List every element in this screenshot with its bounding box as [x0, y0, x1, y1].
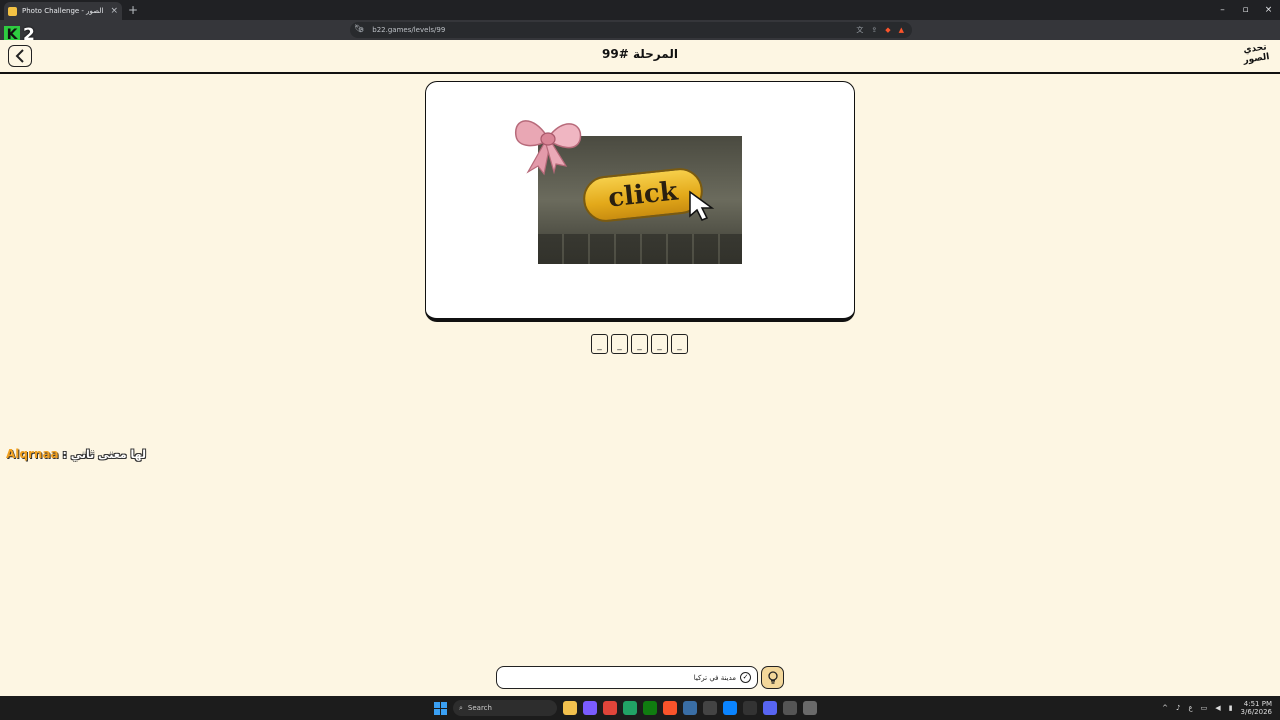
discord-icon[interactable] [763, 701, 777, 715]
pink-bow-icon [515, 120, 582, 176]
click-text: click [606, 176, 680, 214]
file-explorer-icon[interactable] [563, 701, 577, 715]
brave-shields-icon[interactable]: ◆ [885, 26, 890, 34]
check-circle-icon: ✓ [740, 672, 751, 683]
tab-close-icon[interactable]: × [110, 6, 118, 16]
chevron-left-icon [15, 49, 24, 63]
clock-time: 4:51 PM [1243, 700, 1272, 708]
translate-icon[interactable]: 文 [856, 25, 863, 35]
brave-icon[interactable] [663, 701, 677, 715]
url-text[interactable]: b22.games/levels/99 [372, 26, 856, 34]
taskbar-center: ⌕ Search [434, 699, 817, 717]
puzzle-card: click [425, 81, 855, 322]
network-icon[interactable]: ▭ [1201, 704, 1208, 712]
chat-username: Alqrnaa [6, 447, 59, 461]
shield-app-icon[interactable] [683, 701, 697, 715]
browser-toolbar: ⚙ b22.games/levels/99 文 ⇪ ◆ ▲ ▣ ♫ ▥ ▤ ✧ … [0, 20, 1280, 55]
chat-message-line: Alqrnaa : لها معنى ثاني [6, 447, 146, 461]
app-icon[interactable] [783, 701, 797, 715]
maximize-button[interactable]: ▫ [1234, 0, 1257, 20]
bookmark-icon[interactable]: 🔖︎ [354, 24, 364, 33]
window-controls: – ▫ × [1211, 0, 1280, 20]
answer-slots: _ _ _ _ _ [591, 334, 688, 354]
windows-taskbar: ⌕ Search ^ ♪ ع ▭ ◀ ▮ 4:51 PM 3/6/2026 [0, 696, 1280, 720]
chat-separator: : [58, 448, 71, 461]
answer-slot[interactable]: _ [631, 334, 648, 354]
battery-icon[interactable]: ▮ [1229, 704, 1233, 712]
brave-rewards-icon[interactable]: ▲ [899, 26, 904, 34]
hint-bar[interactable]: مدينة في تركيا ✓ [496, 666, 758, 689]
address-bar-icons: 文 ⇪ ◆ ▲ [856, 25, 904, 35]
search-icon: ⌕ [459, 703, 463, 712]
app-icon[interactable] [583, 701, 597, 715]
system-clock[interactable]: 4:51 PM 3/6/2026 [1241, 700, 1272, 716]
volume-icon[interactable]: ◀ [1215, 704, 1220, 712]
close-window-button[interactable]: × [1257, 0, 1280, 20]
game-logo[interactable]: تحدي الصور [1238, 42, 1273, 70]
answer-slot[interactable]: _ [651, 334, 668, 354]
language-icon[interactable]: ع [1188, 704, 1192, 712]
minimize-button[interactable]: – [1211, 0, 1234, 20]
chevron-up-icon[interactable]: ^ [1162, 704, 1168, 712]
windows-start-icon[interactable] [434, 701, 447, 715]
browser-tab-bar: Photo Challenge - تحدي الصور × + – ▫ × [0, 0, 1280, 20]
excel-icon[interactable] [623, 701, 637, 715]
hint-lightbulb-button[interactable] [761, 666, 784, 689]
mouse-cursor-icon [689, 190, 715, 221]
clock-date: 3/6/2026 [1240, 708, 1272, 716]
back-button[interactable] [8, 45, 32, 67]
answer-slot[interactable]: _ [591, 334, 608, 354]
answer-slot[interactable]: _ [611, 334, 628, 354]
settings-icon[interactable] [803, 701, 817, 715]
answer-slot[interactable]: _ [671, 334, 688, 354]
browser-tab[interactable]: Photo Challenge - تحدي الصور × [4, 2, 122, 20]
edge-icon[interactable] [723, 701, 737, 715]
keyboard-background [538, 234, 742, 264]
lightbulb-icon [767, 670, 778, 684]
taskbar-search[interactable]: ⌕ Search [453, 700, 557, 716]
chrome-icon[interactable] [603, 701, 617, 715]
address-bar[interactable]: ⚙ b22.games/levels/99 文 ⇪ ◆ ▲ [350, 22, 912, 38]
chat-message-text: لها معنى ثاني [70, 448, 147, 461]
taskbar-search-label: Search [467, 704, 492, 712]
new-tab-button[interactable]: + [128, 3, 138, 17]
tab-favicon-icon [8, 6, 17, 16]
hint-text: مدينة في تركيا [693, 673, 736, 682]
microphone-icon[interactable]: ♪ [1176, 704, 1180, 712]
tab-title: Photo Challenge - تحدي الصور [22, 7, 106, 15]
logo-text: تحدي الصور [1242, 42, 1271, 66]
click-button-graphic: click [580, 165, 706, 225]
share-icon[interactable]: ⇪ [871, 26, 877, 34]
epic-games-icon[interactable] [743, 701, 757, 715]
system-tray: ^ ♪ ع ▭ ◀ ▮ 4:51 PM 3/6/2026 [1162, 696, 1272, 720]
app-icon[interactable] [703, 701, 717, 715]
level-title: المرحلة #99 [602, 47, 678, 61]
xbox-icon[interactable] [643, 701, 657, 715]
